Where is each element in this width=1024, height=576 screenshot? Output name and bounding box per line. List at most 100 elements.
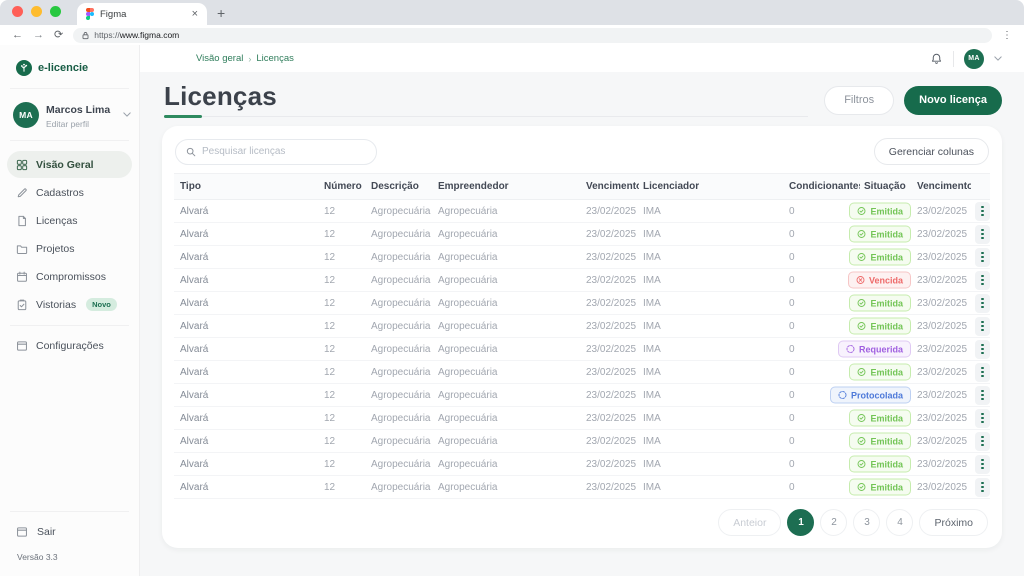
address-bar[interactable]: https://www.figma.com [73, 28, 992, 43]
table-body: Alvará 12 Agropecuária Agropecuária 23/0… [174, 200, 990, 499]
sidebar-item-configuracoes[interactable]: Configurações [7, 332, 132, 359]
row-actions-kebab-button[interactable] [975, 455, 990, 474]
status-badge: Protocolada [830, 387, 911, 404]
logout-button[interactable]: Sair [0, 518, 139, 546]
pencil-icon [16, 187, 28, 199]
page-button-2[interactable]: 2 [820, 509, 847, 536]
forward-icon[interactable]: → [33, 30, 44, 41]
tab-strip: Figma × + [0, 0, 1024, 25]
manage-columns-button[interactable]: Gerenciar colunas [874, 138, 989, 165]
cell-vencimento-final: 23/02/2025 [913, 453, 971, 476]
grid-icon [16, 159, 28, 171]
cell-descricao: Agropecuária [367, 384, 434, 407]
previous-page-button[interactable]: Anteior [718, 509, 781, 536]
calendar-icon [16, 271, 28, 283]
cell-vencimento: 23/02/2025 [582, 384, 639, 407]
sidebar-spacer [0, 366, 139, 511]
cell-vencimento-final: 23/02/2025 [913, 200, 971, 223]
clipboard-icon [16, 299, 28, 311]
cell-actions [971, 338, 990, 361]
row-actions-kebab-button[interactable] [975, 363, 990, 382]
sidebar-item-projetos[interactable]: Projetos [7, 235, 132, 262]
notifications-bell-icon[interactable] [930, 52, 943, 66]
row-actions-kebab-button[interactable] [975, 271, 990, 290]
edit-profile-link[interactable]: Editar perfil [46, 119, 116, 129]
row-actions-kebab-button[interactable] [975, 409, 990, 428]
sidebar-item-vistorias[interactable]: Vistorias Novo [7, 291, 132, 318]
sidebar-item-compromissos[interactable]: Compromissos [7, 263, 132, 290]
browser-menu-icon[interactable]: ⋮ [1002, 30, 1012, 41]
sidebar-nav-secondary: Configurações [0, 326, 139, 366]
cell-situacao: Emitida [860, 453, 913, 476]
table-row: Alvará 12 Agropecuária Agropecuária 23/0… [174, 407, 990, 430]
cell-actions [971, 223, 990, 246]
table-row: Alvará 12 Agropecuária Agropecuária 23/0… [174, 200, 990, 223]
page-button-3[interactable]: 3 [853, 509, 880, 536]
search-box[interactable] [175, 139, 377, 165]
new-tab-button[interactable]: + [217, 5, 225, 25]
row-actions-kebab-button[interactable] [975, 317, 990, 336]
profile-menu[interactable]: MA Marcos Lima Editar perfil [0, 89, 139, 140]
column-header-empreendedor: Empreendedor [434, 174, 582, 200]
sidebar-item-visao-geral[interactable]: Visão Geral [7, 151, 132, 178]
cell-descricao: Agropecuária [367, 200, 434, 223]
chevron-down-icon[interactable] [994, 56, 1002, 61]
next-page-button[interactable]: Próximo [919, 509, 988, 536]
cell-empreendedor: Agropecuária [434, 200, 582, 223]
cell-numero: 12 [320, 476, 367, 499]
refresh-icon[interactable]: ⟳ [54, 30, 63, 41]
sidebar-item-licencas[interactable]: Licenças [7, 207, 132, 234]
folder-icon [16, 243, 28, 255]
page-button-1[interactable]: 1 [787, 509, 814, 536]
row-actions-kebab-button[interactable] [975, 432, 990, 451]
app-version: Versão 3.3 [0, 546, 139, 576]
cell-licenciador: IMA [639, 361, 785, 384]
row-actions-kebab-button[interactable] [975, 248, 990, 267]
row-actions-kebab-button[interactable] [975, 202, 990, 221]
sidebar-item-cadastros[interactable]: Cadastros [7, 179, 132, 206]
tab-close-icon[interactable]: × [192, 9, 198, 20]
status-badge: Emitida [849, 318, 911, 335]
cell-numero: 12 [320, 338, 367, 361]
table-row: Alvará 12 Agropecuária Agropecuária 23/0… [174, 453, 990, 476]
window-zoom-button[interactable] [50, 6, 61, 17]
cell-descricao: Agropecuária [367, 453, 434, 476]
cell-descricao: Agropecuária [367, 407, 434, 430]
cell-tipo: Alvará [174, 361, 320, 384]
logo-icon [16, 60, 32, 76]
cell-situacao: Emitida [860, 361, 913, 384]
row-actions-kebab-button[interactable] [975, 386, 990, 405]
cell-situacao: Vencida [860, 269, 913, 292]
row-actions-kebab-button[interactable] [975, 478, 990, 497]
title-accent [164, 115, 202, 118]
x-circle-icon [856, 276, 865, 285]
window-close-button[interactable] [12, 6, 23, 17]
cell-descricao: Agropecuária [367, 223, 434, 246]
page-button-4[interactable]: 4 [886, 509, 913, 536]
cell-empreendedor: Agropecuária [434, 269, 582, 292]
row-actions-kebab-button[interactable] [975, 225, 990, 244]
cell-vencimento: 23/02/2025 [582, 223, 639, 246]
search-input[interactable] [202, 146, 366, 157]
cell-situacao: Emitida [860, 292, 913, 315]
cell-tipo: Alvará [174, 407, 320, 430]
new-license-button[interactable]: Novo licença [904, 86, 1002, 115]
breadcrumb-item-visao-geral[interactable]: Visão geral [196, 53, 243, 64]
check-circle-icon [857, 483, 866, 492]
cell-vencimento: 23/02/2025 [582, 246, 639, 269]
status-badge: Emitida [849, 433, 911, 450]
filters-button[interactable]: Filtros [824, 86, 894, 115]
breadcrumb-item-licencas[interactable]: Licenças [256, 53, 294, 64]
main-content: Visão geral › Licenças MA Licenças Filtr… [140, 45, 1024, 576]
back-icon[interactable]: ← [12, 30, 23, 41]
cell-situacao: Requerida [860, 338, 913, 361]
avatar[interactable]: MA [964, 49, 984, 69]
document-icon [16, 215, 28, 227]
browser-tab[interactable]: Figma × [77, 3, 207, 25]
row-actions-kebab-button[interactable] [975, 340, 990, 359]
table-row: Alvará 12 Agropecuária Agropecuária 23/0… [174, 292, 990, 315]
window-minimize-button[interactable] [31, 6, 42, 17]
row-actions-kebab-button[interactable] [975, 294, 990, 313]
cell-tipo: Alvará [174, 453, 320, 476]
cell-vencimento: 23/02/2025 [582, 315, 639, 338]
